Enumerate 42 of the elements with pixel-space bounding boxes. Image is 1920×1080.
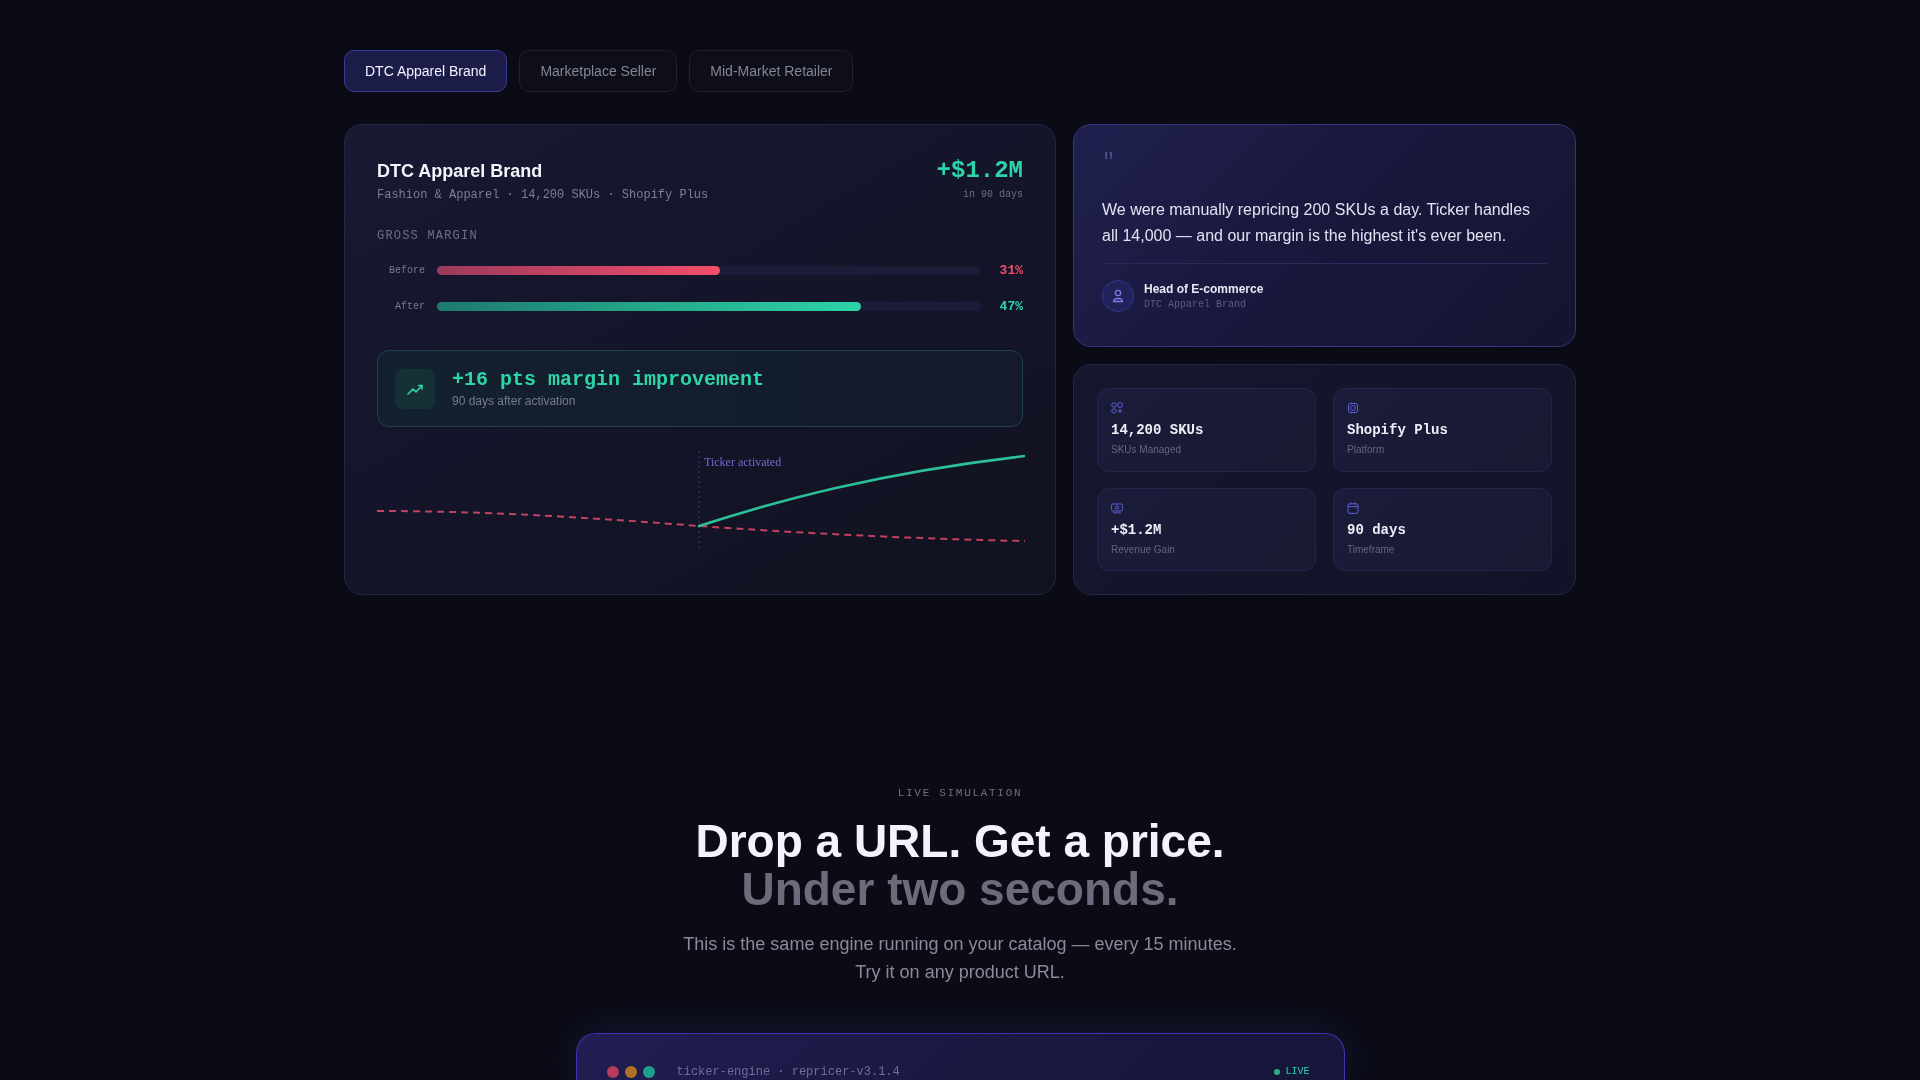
callout-title: +16 pts margin improvement xyxy=(452,368,765,392)
trending-up-icon xyxy=(395,368,435,409)
section-heading: Drop a URL. Get a price. xyxy=(695,817,1225,865)
author-title: Head of E-commerce xyxy=(1144,281,1264,297)
case-tab[interactable]: Marketplace Seller xyxy=(519,50,678,92)
section-eyebrow: LIVE SIMULATION xyxy=(897,786,1023,800)
gain-period: in 90 days xyxy=(962,188,1023,202)
bar-label: Before xyxy=(388,264,425,276)
bar-reading: 47% xyxy=(998,298,1023,314)
stat-value: +$1.2M xyxy=(1111,520,1162,539)
live-status: LIVE xyxy=(1285,1065,1310,1079)
author-company: DTC Apparel Brand xyxy=(1144,297,1248,311)
user-avatar-icon xyxy=(1102,280,1134,312)
stat-label: SKUs Managed xyxy=(1111,443,1182,456)
window-dot-icon xyxy=(606,1066,619,1078)
case-tab[interactable]: DTC Apparel Brand xyxy=(344,50,508,92)
stat-value: 90 days xyxy=(1347,520,1406,539)
stat-label: Revenue Gain xyxy=(1111,542,1175,556)
section-description: This is the same engine running on your catalog — every 15 minutes. Try it on any product URL. xyxy=(682,933,1238,984)
stat-label: Platform xyxy=(1347,443,1385,456)
section-label: GROSS MARGIN xyxy=(377,228,479,244)
testimonial-quote: We were manually repricing 200 SKUs a day. Ticker handles all 14,000 — and our margin is the highest it's ever been. xyxy=(1102,200,1532,246)
stat-value: 14,200 SKUs xyxy=(1111,421,1204,439)
bar-reading: 31% xyxy=(998,262,1023,278)
shapes-grid-icon xyxy=(1111,402,1123,414)
chart-annotation: Ticker activated xyxy=(704,455,782,469)
terminal-title: ticker-engine · repricer-v3.1.4 xyxy=(676,1064,900,1080)
status-dot-icon xyxy=(1274,1069,1281,1075)
case-subtitle: Fashion & Apparel · 14,200 SKUs · Shopify Plus xyxy=(377,187,709,203)
calendar-icon xyxy=(1347,501,1359,514)
revenue-gain: +$1.2M xyxy=(936,157,1023,185)
stat-value: Shopify Plus xyxy=(1347,421,1448,439)
callout-subtitle: 90 days after activation xyxy=(452,393,577,409)
window-dot-icon xyxy=(642,1066,655,1078)
window-dot-icon xyxy=(624,1066,637,1078)
case-title: DTC Apparel Brand xyxy=(377,160,544,183)
banknote-icon xyxy=(1111,501,1123,514)
chip-icon xyxy=(1347,402,1359,414)
bar-label: After xyxy=(394,300,425,312)
quote-mark: " xyxy=(1102,151,1117,175)
stat-label: Timeframe xyxy=(1347,542,1395,556)
case-tab[interactable]: Mid-Market Retailer xyxy=(689,50,854,92)
